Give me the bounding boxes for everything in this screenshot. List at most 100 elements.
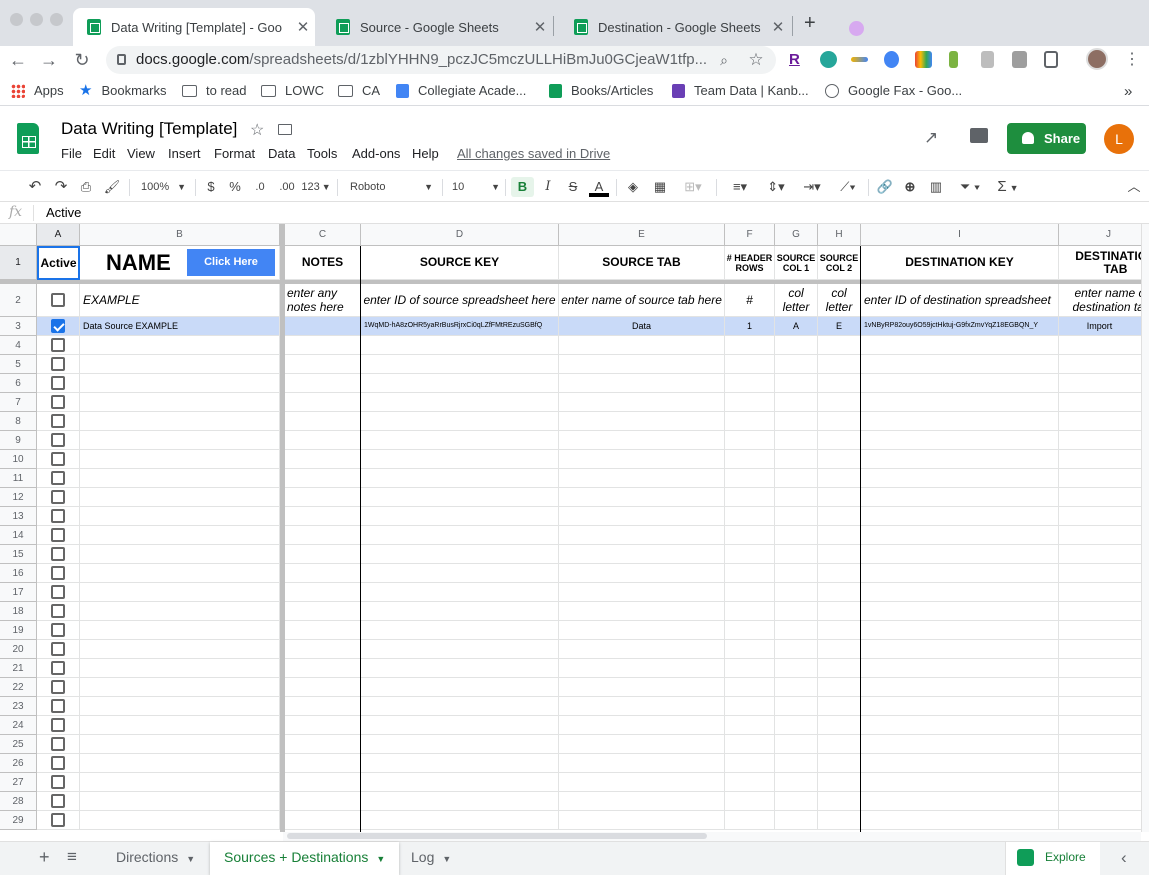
empty-cell[interactable] bbox=[818, 602, 861, 621]
empty-cell[interactable] bbox=[37, 678, 80, 697]
menu-data[interactable]: Data bbox=[268, 146, 295, 161]
forward-arrow-icon[interactable]: → bbox=[37, 49, 61, 73]
empty-cell[interactable] bbox=[37, 792, 80, 811]
empty-cell[interactable] bbox=[37, 355, 80, 374]
empty-cell[interactable] bbox=[285, 355, 361, 374]
empty-cell[interactable] bbox=[818, 431, 861, 450]
empty-cell[interactable] bbox=[361, 811, 559, 830]
empty-cell[interactable] bbox=[80, 355, 280, 374]
empty-cell[interactable] bbox=[818, 716, 861, 735]
empty-cell[interactable] bbox=[775, 412, 818, 431]
zoom-search-icon[interactable]: ⌕ bbox=[714, 50, 734, 70]
empty-cell[interactable] bbox=[818, 545, 861, 564]
column-header-a[interactable]: A bbox=[37, 224, 80, 246]
empty-cell[interactable] bbox=[80, 431, 280, 450]
row-header[interactable]: 21 bbox=[0, 659, 37, 678]
ext-opera-icon[interactable] bbox=[884, 51, 899, 68]
row-header[interactable]: 10 bbox=[0, 450, 37, 469]
empty-cell[interactable] bbox=[285, 374, 361, 393]
zoom-select[interactable]: 100% ▼ bbox=[136, 177, 191, 197]
empty-cell[interactable] bbox=[861, 659, 1059, 678]
tab-close-icon[interactable]: ✕ bbox=[291, 18, 315, 36]
empty-cell[interactable] bbox=[80, 697, 280, 716]
empty-cell[interactable] bbox=[818, 450, 861, 469]
checkbox[interactable] bbox=[51, 293, 65, 307]
row-header[interactable]: 14 bbox=[0, 526, 37, 545]
browser-tab-data-writing[interactable]: Data Writing [Template] - Goo ✕ bbox=[73, 8, 315, 46]
empty-cell[interactable] bbox=[559, 355, 725, 374]
column-header-i[interactable]: I bbox=[861, 224, 1059, 246]
empty-cell[interactable] bbox=[861, 488, 1059, 507]
empty-cell[interactable] bbox=[37, 431, 80, 450]
empty-cell[interactable] bbox=[285, 716, 361, 735]
checkbox[interactable] bbox=[51, 585, 65, 599]
cell-h2[interactable]: col letter bbox=[818, 284, 861, 317]
merge-cells-icon[interactable]: ⊞▾ bbox=[679, 177, 707, 197]
empty-cell[interactable] bbox=[861, 583, 1059, 602]
new-tab-button[interactable]: + bbox=[804, 12, 816, 35]
checkbox[interactable] bbox=[51, 338, 65, 352]
empty-cell[interactable] bbox=[37, 469, 80, 488]
empty-cell[interactable] bbox=[861, 374, 1059, 393]
empty-cell[interactable] bbox=[285, 583, 361, 602]
cell-i3[interactable]: 1vNByRP82ouy6O59jctHktuj-G9fxZmvYqZ18EGB… bbox=[861, 317, 1059, 336]
sheet-tab-directions[interactable]: Directions ▼ bbox=[102, 842, 209, 875]
checkbox[interactable] bbox=[51, 642, 65, 656]
formula-input[interactable]: Active bbox=[46, 205, 81, 220]
empty-cell[interactable] bbox=[1059, 526, 1141, 545]
empty-cell[interactable] bbox=[37, 754, 80, 773]
cell-a1[interactable]: Active bbox=[37, 246, 80, 280]
row-header[interactable]: 6 bbox=[0, 374, 37, 393]
cell-c3[interactable] bbox=[285, 317, 361, 336]
empty-cell[interactable] bbox=[37, 507, 80, 526]
empty-cell[interactable] bbox=[725, 507, 775, 526]
empty-cell[interactable] bbox=[80, 754, 280, 773]
horizontal-scrollbar[interactable] bbox=[283, 832, 1141, 841]
empty-cell[interactable] bbox=[775, 621, 818, 640]
empty-cell[interactable] bbox=[80, 716, 280, 735]
browser-tab-destination[interactable]: Destination - Google Sheets ✕ bbox=[560, 8, 790, 46]
empty-cell[interactable] bbox=[285, 678, 361, 697]
empty-cell[interactable] bbox=[285, 735, 361, 754]
empty-cell[interactable] bbox=[775, 374, 818, 393]
empty-cell[interactable] bbox=[80, 564, 280, 583]
side-panel-toggle[interactable]: ‹ bbox=[1121, 848, 1127, 868]
checkbox[interactable] bbox=[51, 813, 65, 827]
empty-cell[interactable] bbox=[361, 545, 559, 564]
empty-cell[interactable] bbox=[725, 374, 775, 393]
empty-cell[interactable] bbox=[1059, 792, 1141, 811]
checkbox[interactable] bbox=[51, 566, 65, 580]
empty-cell[interactable] bbox=[861, 526, 1059, 545]
empty-cell[interactable] bbox=[361, 735, 559, 754]
empty-cell[interactable] bbox=[559, 488, 725, 507]
empty-cell[interactable] bbox=[559, 583, 725, 602]
add-sheet-button[interactable]: + bbox=[39, 847, 50, 868]
empty-cell[interactable] bbox=[861, 355, 1059, 374]
menu-format[interactable]: Format bbox=[214, 146, 255, 161]
checkbox[interactable] bbox=[51, 547, 65, 561]
empty-cell[interactable] bbox=[361, 754, 559, 773]
checkbox[interactable] bbox=[51, 623, 65, 637]
currency-format-button[interactable]: $ bbox=[204, 177, 218, 197]
empty-cell[interactable] bbox=[775, 583, 818, 602]
column-header-f[interactable]: F bbox=[725, 224, 775, 246]
empty-cell[interactable] bbox=[725, 431, 775, 450]
empty-cell[interactable] bbox=[725, 412, 775, 431]
row-header[interactable]: 3 bbox=[0, 317, 37, 336]
empty-cell[interactable] bbox=[1059, 811, 1141, 830]
row-header[interactable]: 22 bbox=[0, 678, 37, 697]
empty-cell[interactable] bbox=[559, 431, 725, 450]
empty-cell[interactable] bbox=[285, 811, 361, 830]
activity-trend-icon[interactable]: ↗ bbox=[924, 128, 938, 148]
tab-close-icon[interactable]: ✕ bbox=[528, 18, 552, 36]
empty-cell[interactable] bbox=[775, 450, 818, 469]
cell-e1[interactable]: SOURCE TAB bbox=[559, 246, 725, 280]
empty-cell[interactable] bbox=[361, 393, 559, 412]
empty-cell[interactable] bbox=[818, 583, 861, 602]
empty-cell[interactable] bbox=[861, 412, 1059, 431]
empty-cell[interactable] bbox=[725, 811, 775, 830]
empty-cell[interactable] bbox=[559, 545, 725, 564]
cell-g3[interactable]: A bbox=[775, 317, 818, 336]
empty-cell[interactable] bbox=[725, 355, 775, 374]
empty-cell[interactable] bbox=[559, 754, 725, 773]
